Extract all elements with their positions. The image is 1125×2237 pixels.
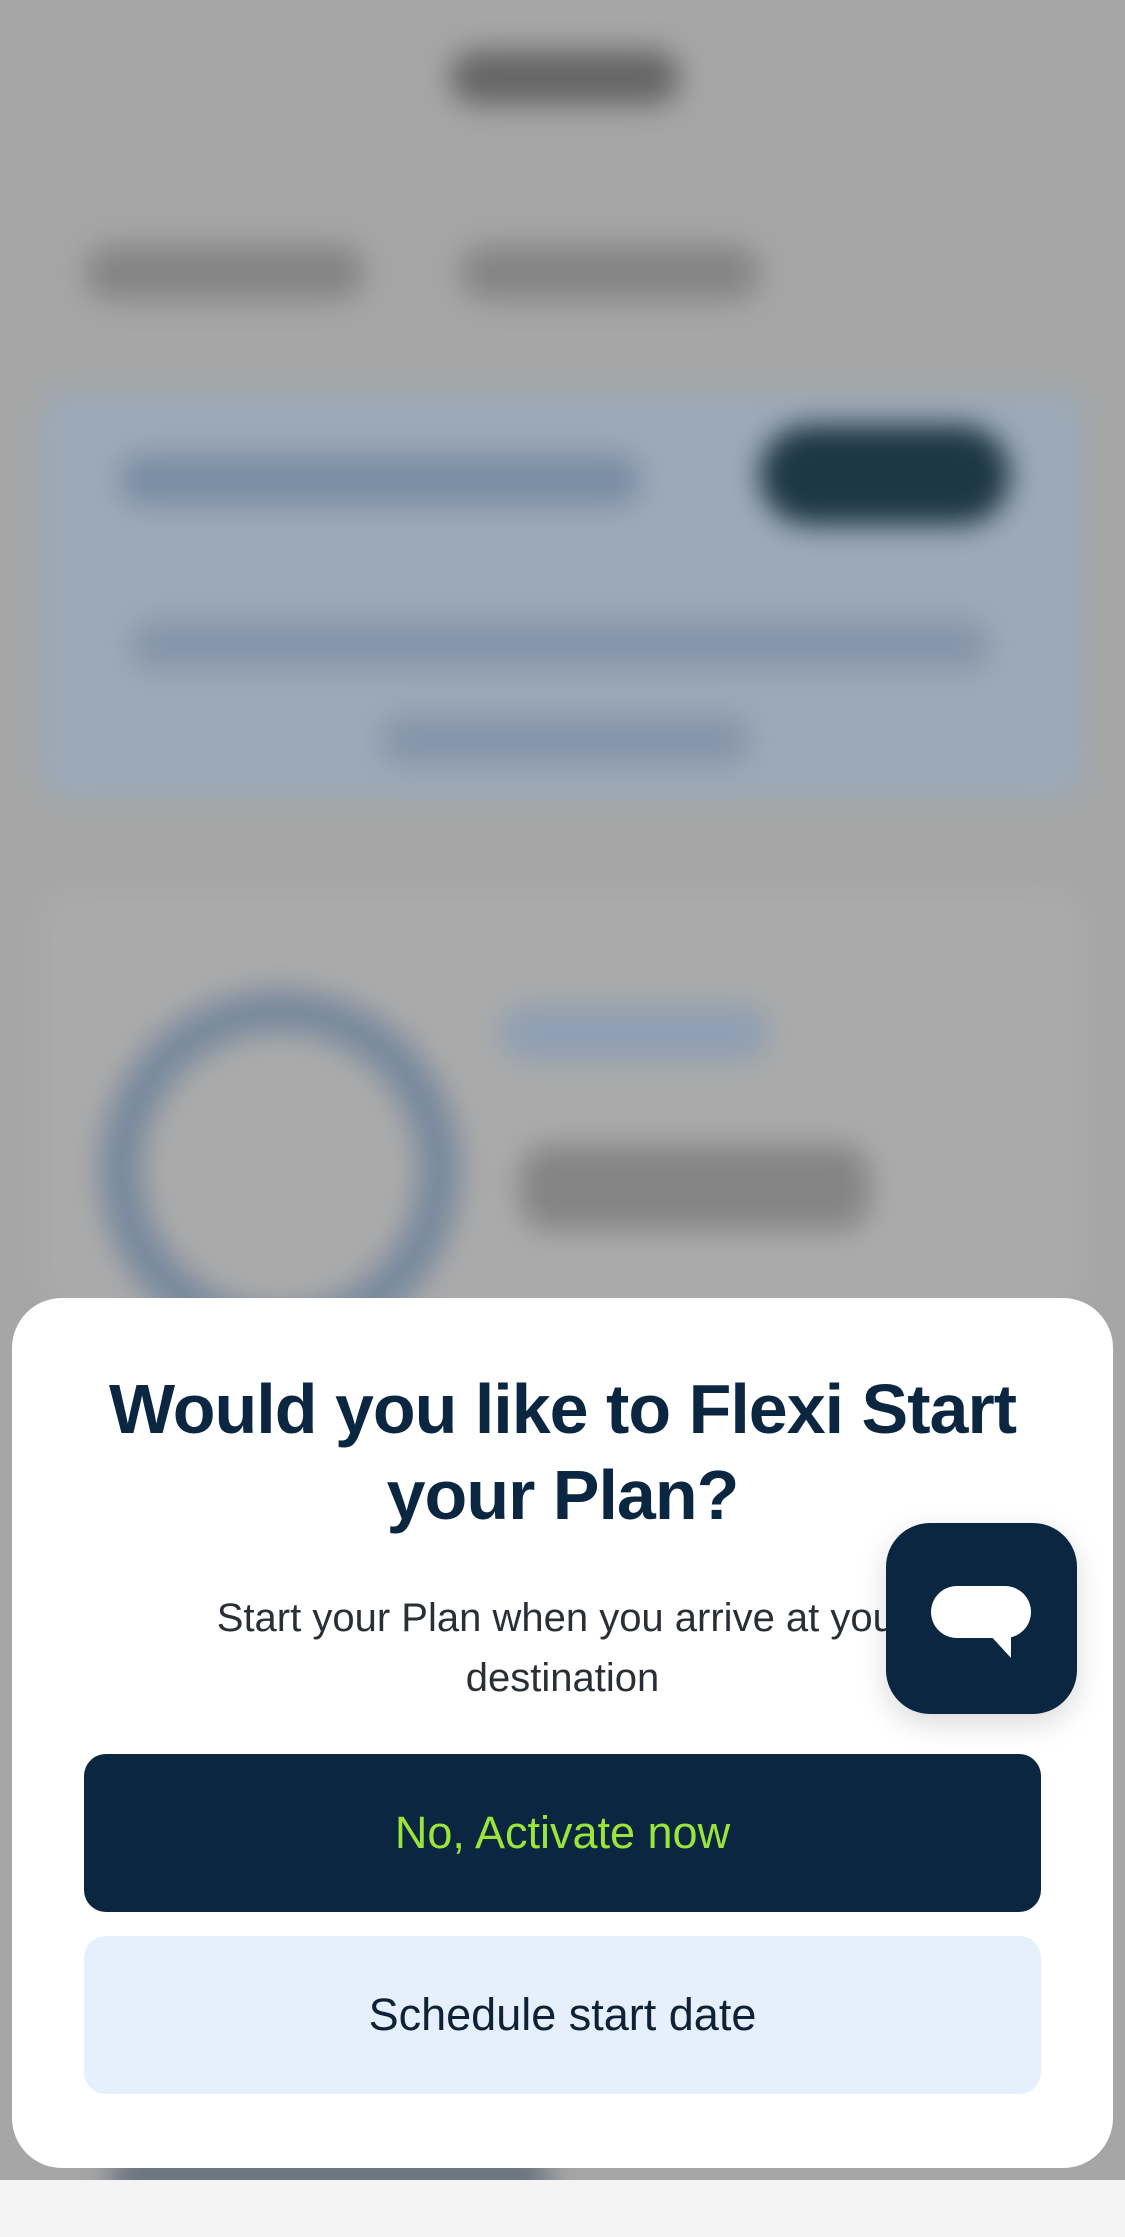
dialog-subtitle: Start your Plan when you arrive at your …	[216, 1596, 909, 1700]
activate-now-button[interactable]: No, Activate now	[84, 1754, 1041, 1912]
chat-button[interactable]	[886, 1523, 1077, 1714]
dialog-title: Would you like to Flexi Start your Plan?	[108, 1370, 1017, 1534]
flexi-start-bottom-sheet: Would you like to Flexi Start your Plan?…	[12, 1298, 1113, 2168]
schedule-start-date-button[interactable]: Schedule start date	[84, 1936, 1041, 2094]
chat-bubble-icon	[931, 1586, 1031, 1658]
